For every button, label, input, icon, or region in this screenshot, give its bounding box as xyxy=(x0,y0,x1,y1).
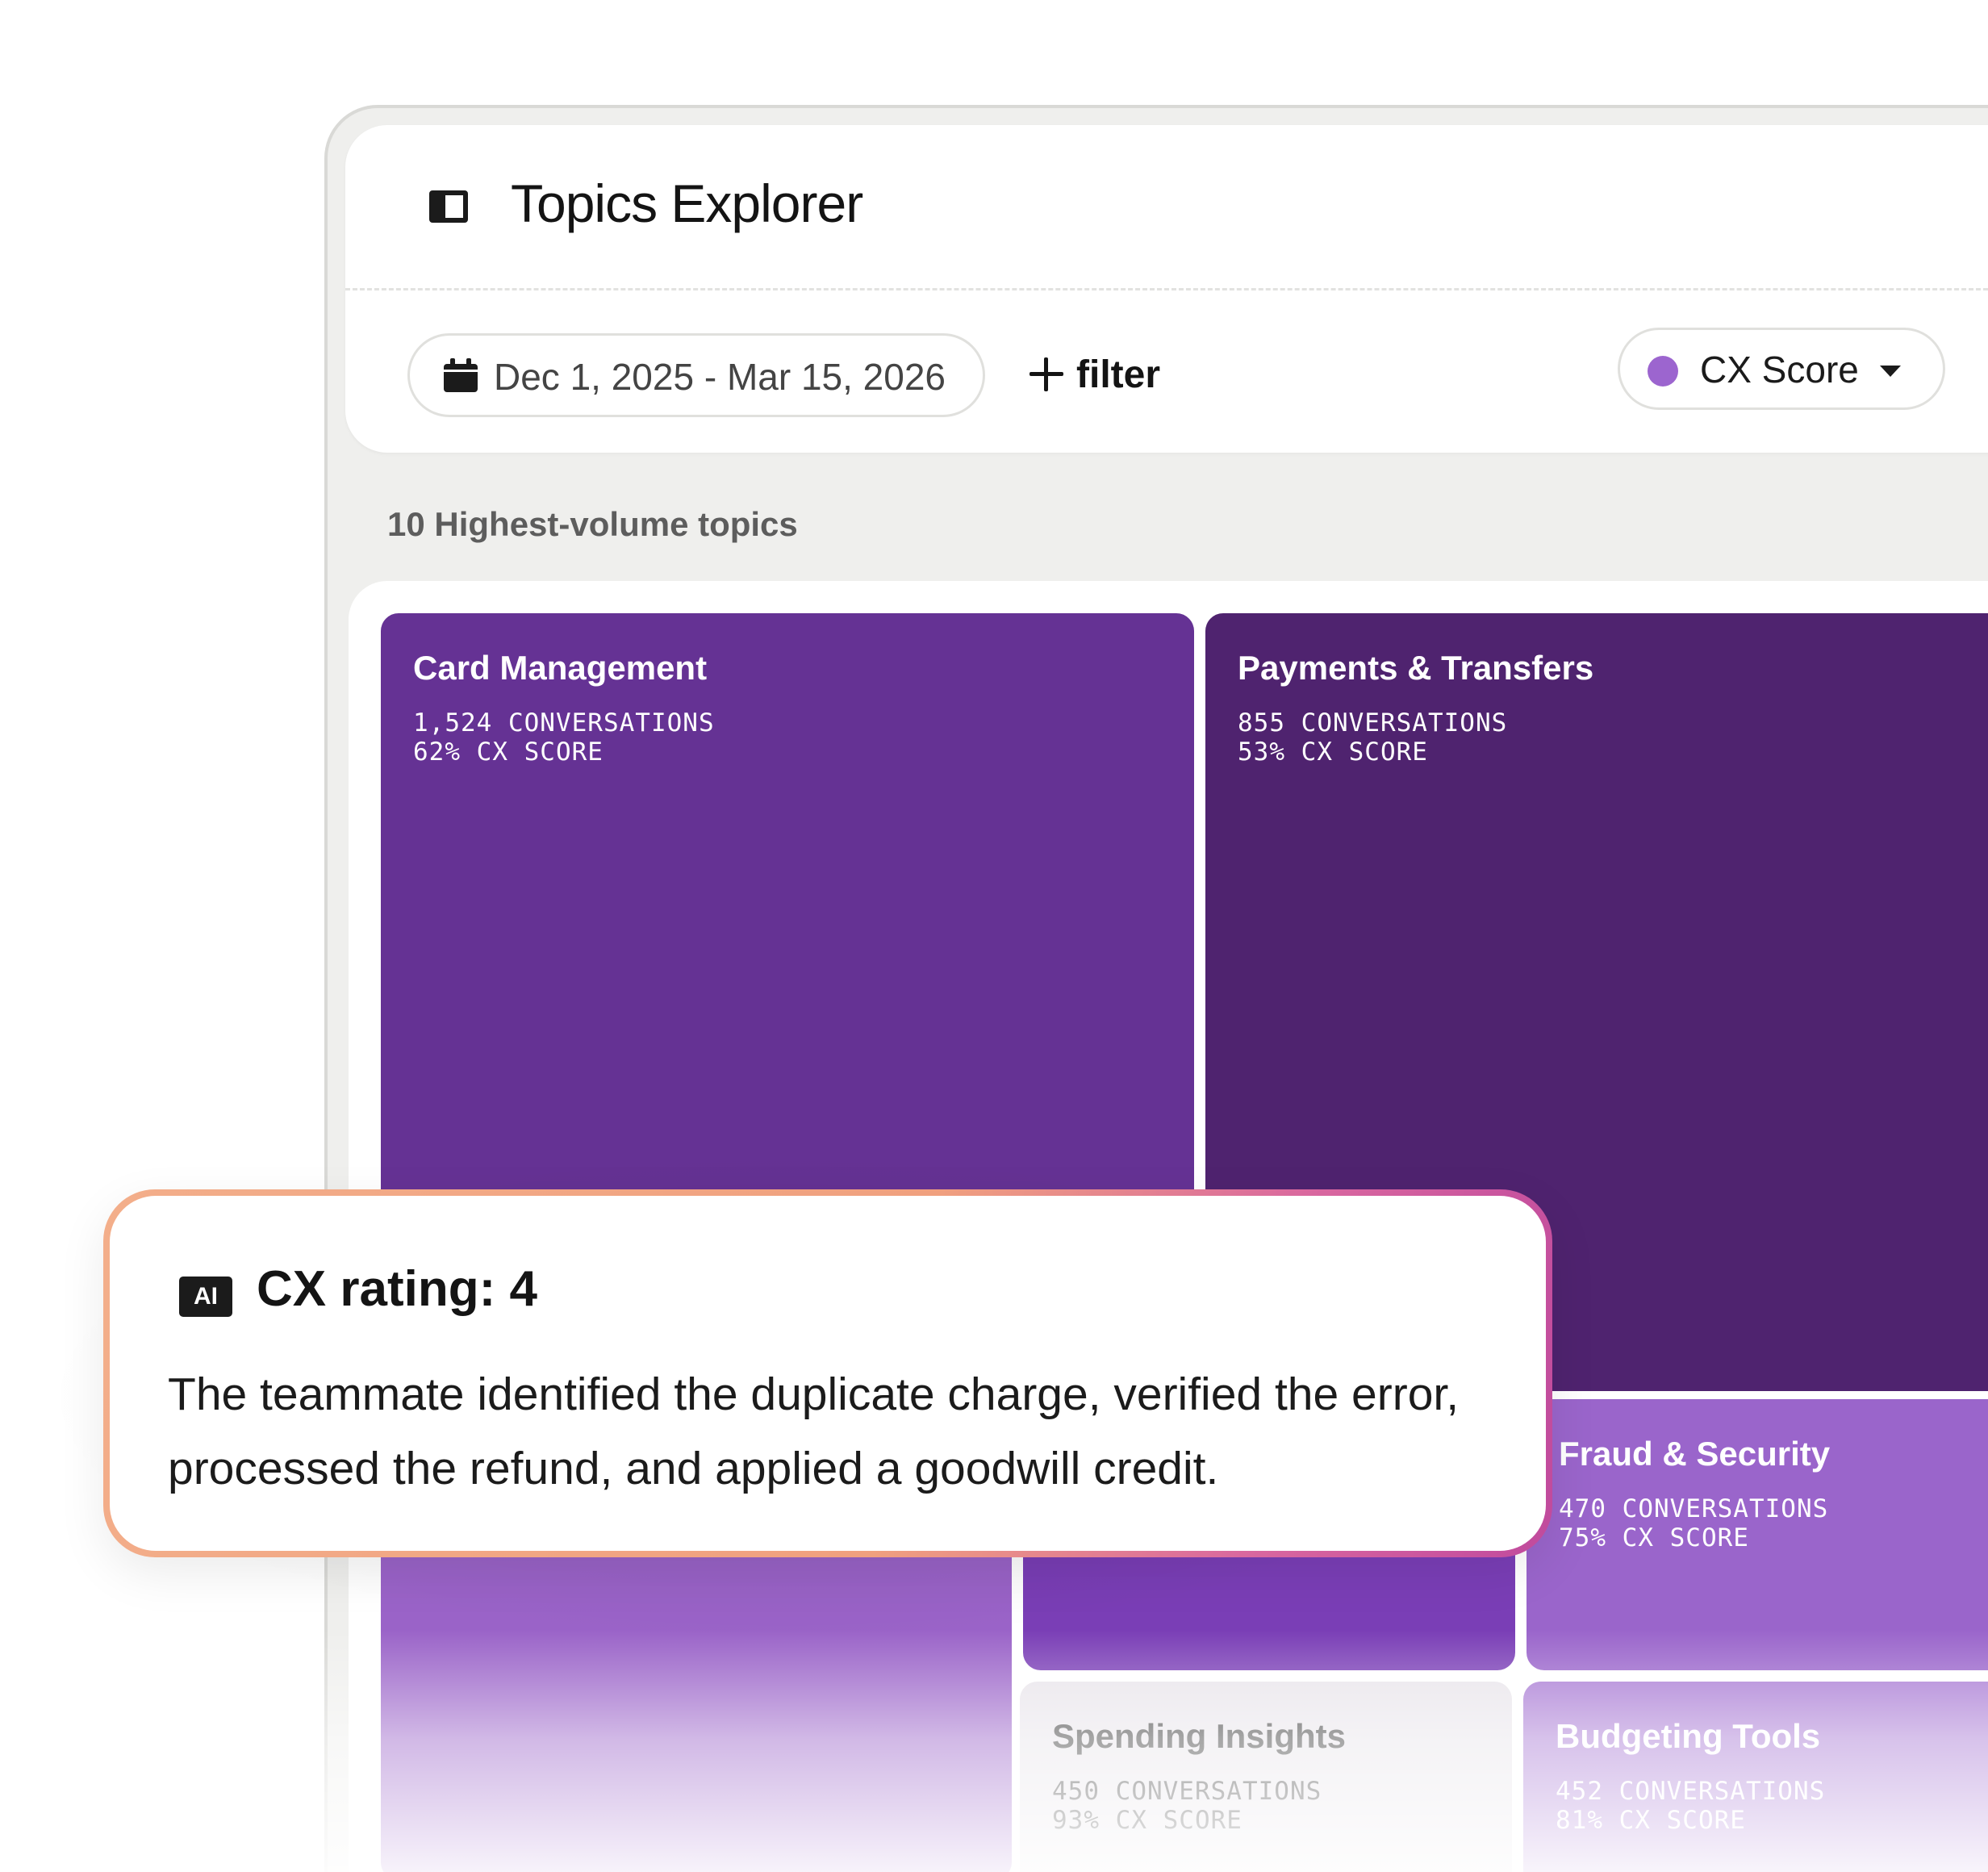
section-label: 10 Highest-volume topics xyxy=(387,505,798,543)
callout-body-card: AI CX rating: 4 The teammate identified … xyxy=(110,1196,1546,1551)
stage: Topics Explorer Dec 1, 2025 - Mar 15, 20… xyxy=(0,0,1988,1872)
topic-cx-score: 75% CX SCORE xyxy=(1559,1523,1749,1552)
callout-title: CX rating: 4 xyxy=(257,1261,537,1317)
caret-down-icon xyxy=(1880,366,1901,377)
topic-cx-score: 81% CX SCORE xyxy=(1556,1806,1746,1835)
sidebar-toggle-icon[interactable] xyxy=(429,190,468,223)
topic-name: Fraud & Security xyxy=(1559,1435,1831,1473)
topic-conversations: 470 CONVERSATIONS xyxy=(1559,1494,1829,1523)
topic-name: Spending Insights xyxy=(1052,1717,1346,1755)
topic-tile-budgeting-tools[interactable]: Budgeting Tools 452 CONVERSATIONS 81% CX… xyxy=(1523,1682,1988,1872)
topic-cx-score: 53% CX SCORE xyxy=(1238,738,1428,767)
topic-name: Budgeting Tools xyxy=(1556,1717,1821,1755)
topic-name: Payments & Transfers xyxy=(1238,649,1594,687)
filter-label: filter xyxy=(1076,353,1161,396)
metric-dropdown[interactable]: CX Score xyxy=(1618,328,1945,410)
topic-tile-fraud-security[interactable]: Fraud & Security 470 CONVERSATIONS 75% C… xyxy=(1526,1399,1988,1670)
callout-text: The teammate identified the duplicate ch… xyxy=(168,1368,1460,1494)
date-range-text: Dec 1, 2025 - Mar 15, 2026 xyxy=(494,356,946,398)
calendar-icon xyxy=(444,358,478,392)
topic-cx-score: 62% CX SCORE xyxy=(413,738,604,767)
ai-badge-icon: AI xyxy=(179,1277,232,1317)
topic-conversations: 450 CONVERSATIONS xyxy=(1052,1777,1322,1806)
topic-cx-score: 93% CX SCORE xyxy=(1052,1806,1242,1835)
date-range-picker[interactable]: Dec 1, 2025 - Mar 15, 2026 xyxy=(407,333,985,417)
page-title: Topics Explorer xyxy=(511,173,863,233)
metric-color-dot xyxy=(1648,356,1678,387)
header-divider xyxy=(345,288,1988,290)
plus-icon xyxy=(1030,357,1063,391)
cx-rating-callout: AI CX rating: 4 The teammate identified … xyxy=(103,1189,1552,1557)
topic-conversations: 855 CONVERSATIONS xyxy=(1238,708,1508,738)
metric-label: CX Score xyxy=(1700,349,1859,391)
topic-conversations: 1,524 CONVERSATIONS xyxy=(413,708,715,738)
topic-tile-spending-insights[interactable]: Spending Insights 450 CONVERSATIONS 93% … xyxy=(1020,1682,1512,1872)
topic-name: Card Management xyxy=(413,649,708,687)
topic-conversations: 452 CONVERSATIONS xyxy=(1556,1777,1826,1806)
add-filter-button[interactable]: filter xyxy=(1030,349,1160,400)
